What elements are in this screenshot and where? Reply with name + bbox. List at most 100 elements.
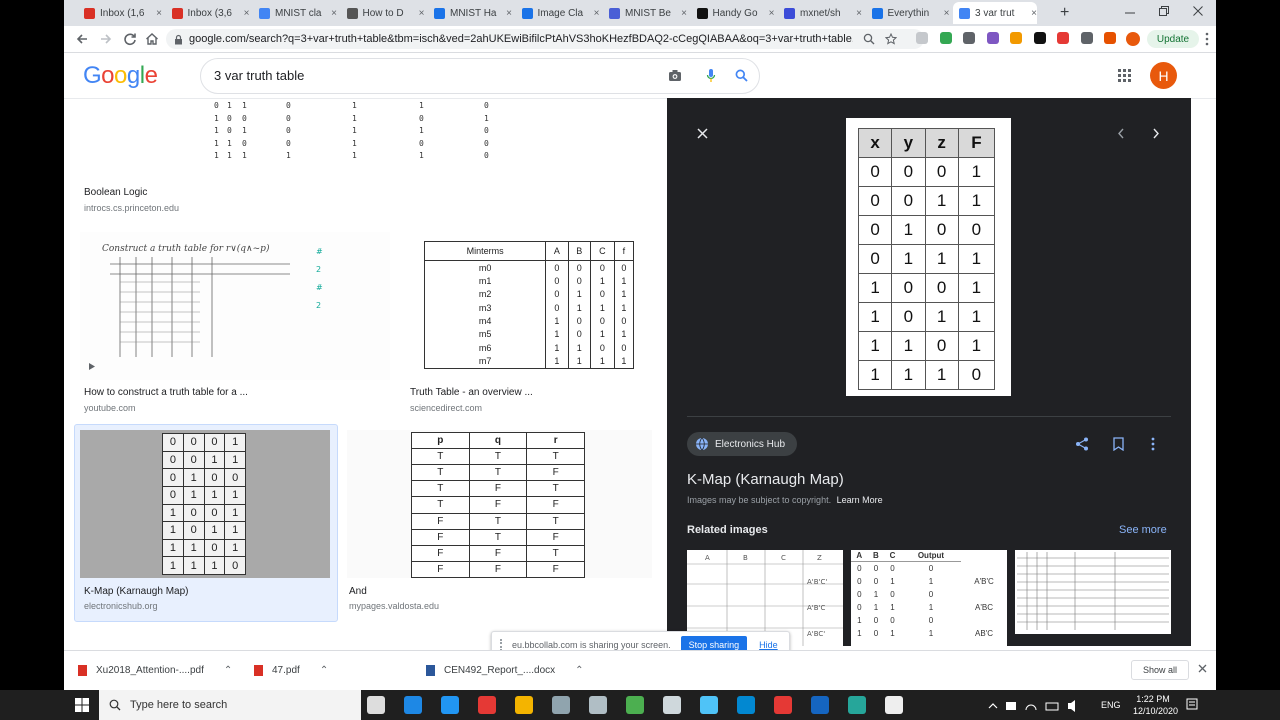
dropbox-icon[interactable]: [441, 696, 459, 714]
close-window-icon[interactable]: [1193, 6, 1203, 16]
see-more-link[interactable]: See more: [1119, 524, 1167, 536]
search-input[interactable]: 3 var truth table: [214, 68, 304, 83]
profile-avatar-small[interactable]: [1126, 32, 1140, 46]
extension-icon[interactable]: [1010, 32, 1022, 44]
more-options-icon[interactable]: [1151, 437, 1155, 451]
language-indicator[interactable]: ENG: [1101, 700, 1121, 710]
tab-close-icon[interactable]: ×: [331, 8, 337, 19]
media-player-icon[interactable]: [885, 696, 903, 714]
clock[interactable]: 1:22 PM 12/10/2020: [1133, 693, 1178, 717]
extension-icon[interactable]: [1104, 32, 1116, 44]
edge-icon[interactable]: [848, 696, 866, 714]
browser-tab[interactable]: Inbox (3,6 ×: [166, 2, 250, 24]
app-icon[interactable]: [700, 696, 718, 714]
show-all-button[interactable]: Show all: [1131, 660, 1189, 680]
search-box[interactable]: 3 var truth table: [200, 58, 760, 94]
extension-icon[interactable]: [1033, 32, 1046, 44]
preview-image[interactable]: xyzF00010011010001111001101111011110: [846, 118, 1011, 396]
download-item[interactable]: 47.pdf ⌃: [254, 660, 328, 680]
microphone-icon[interactable]: [706, 68, 716, 83]
tab-close-icon[interactable]: ×: [681, 8, 687, 19]
task-view-icon[interactable]: [367, 696, 385, 714]
media-icon[interactable]: [663, 696, 681, 714]
new-tab-icon[interactable]: +: [1060, 4, 1069, 22]
result-title[interactable]: How to construct a truth table for a ...: [84, 387, 248, 398]
apps-grid-icon[interactable]: [1118, 69, 1131, 82]
extension-icon[interactable]: [939, 32, 952, 44]
share-icon[interactable]: [1075, 437, 1089, 451]
download-item[interactable]: Xu2018_Attention-....pdf ⌃: [78, 660, 232, 680]
tab-close-icon[interactable]: ×: [944, 8, 950, 19]
result-title[interactable]: K-Map (Karnaugh Map): [84, 586, 189, 597]
result-thumbnail-kmap[interactable]: 00010011010001111001101111011110: [80, 430, 330, 578]
bookmark-star-icon[interactable]: [885, 33, 897, 45]
chevron-up-icon[interactable]: ⌃: [224, 665, 232, 676]
browser-tab[interactable]: mxnet/sh ×: [778, 2, 862, 24]
close-icon[interactable]: [697, 128, 708, 139]
browser-tab[interactable]: How to D ×: [341, 2, 425, 24]
search-icon[interactable]: [735, 69, 748, 82]
chevron-up-icon[interactable]: ⌃: [575, 665, 583, 676]
tab-close-icon[interactable]: ×: [156, 8, 162, 19]
related-image-3[interactable]: [1015, 550, 1171, 634]
zoom-icon[interactable]: [863, 33, 875, 45]
browser-tab[interactable]: MNIST Be ×: [603, 2, 687, 24]
browser-tab[interactable]: Inbox (1,6 ×: [78, 2, 162, 24]
next-arrow-icon[interactable]: [1152, 128, 1160, 139]
skype-icon[interactable]: [737, 696, 755, 714]
word-icon[interactable]: [811, 696, 829, 714]
save-bookmark-icon[interactable]: [1113, 437, 1124, 451]
result-thumbnail-and[interactable]: pqrTTTTTFTFTTFFFTTFTFFFTFFF: [347, 430, 652, 578]
browser-tab[interactable]: Everythin ×: [866, 2, 950, 24]
source-chip[interactable]: Electronics Hub: [687, 432, 798, 456]
extension-icon[interactable]: [916, 32, 928, 44]
tab-close-icon[interactable]: ×: [419, 8, 425, 19]
app-icon[interactable]: [589, 696, 607, 714]
back-icon[interactable]: [74, 31, 90, 47]
download-item[interactable]: CEN492_Report_....docx ⌃: [426, 660, 584, 680]
edge-icon[interactable]: [404, 696, 422, 714]
result-thumbnail-youtube[interactable]: Construct a truth table for r∨(q∧~p) #2 #…: [80, 232, 390, 380]
chevron-up-icon[interactable]: ⌃: [320, 665, 328, 676]
file-explorer-icon[interactable]: [515, 696, 533, 714]
extension-icon[interactable]: [1080, 32, 1093, 44]
browser-tab[interactable]: MNIST Ha ×: [428, 2, 512, 24]
account-avatar[interactable]: H: [1150, 62, 1177, 89]
extension-icon[interactable]: [963, 32, 975, 44]
camera-icon[interactable]: [668, 69, 682, 82]
tab-close-icon[interactable]: ×: [1031, 8, 1037, 19]
chrome-icon[interactable]: [626, 696, 644, 714]
tab-close-icon[interactable]: ×: [506, 8, 512, 19]
app-icon[interactable]: [478, 696, 496, 714]
play-icon[interactable]: [88, 362, 96, 371]
result-thumbnail-boolean-logic[interactable]: 01101101000101101011011001001111110: [80, 99, 652, 179]
reload-icon[interactable]: [122, 31, 138, 47]
extension-icon[interactable]: [986, 32, 999, 44]
result-thumbnail-minterms[interactable]: Minterms A B Cf m0 0 0 0 0 m1 0 0 1 1 m2 0 1 0 1 m3 0 1 1 1 m4 1 0…: [407, 232, 652, 380]
result-title[interactable]: And: [349, 586, 367, 597]
extension-icon[interactable]: [1057, 32, 1069, 44]
forward-icon[interactable]: [98, 31, 114, 47]
update-button[interactable]: Update: [1147, 30, 1199, 48]
tab-close-icon[interactable]: ×: [244, 8, 250, 19]
minimize-icon[interactable]: [1125, 8, 1135, 18]
home-icon[interactable]: [144, 31, 160, 47]
app-icon[interactable]: [552, 696, 570, 714]
result-title[interactable]: Boolean Logic: [84, 187, 147, 198]
close-download-bar-icon[interactable]: [1198, 664, 1207, 673]
restore-icon[interactable]: [1159, 6, 1169, 16]
google-logo[interactable]: Google: [83, 62, 158, 90]
browser-tab[interactable]: MNIST cla ×: [253, 2, 337, 24]
learn-more-link[interactable]: Learn More: [837, 495, 883, 505]
tab-close-icon[interactable]: ×: [856, 8, 862, 19]
app-icon[interactable]: [774, 696, 792, 714]
taskbar-search-box[interactable]: Type here to search: [99, 690, 361, 720]
tab-close-icon[interactable]: ×: [769, 8, 775, 19]
result-title[interactable]: Truth Table - an overview ...: [410, 387, 533, 398]
preview-title[interactable]: K-Map (Karnaugh Map): [687, 471, 844, 488]
browser-tab[interactable]: Handy Go ×: [691, 2, 775, 24]
notification-icon[interactable]: [1186, 698, 1198, 712]
windows-start-icon[interactable]: [75, 698, 89, 712]
browser-tab[interactable]: Image Cla ×: [516, 2, 600, 24]
menu-dots-icon[interactable]: [1204, 32, 1210, 46]
